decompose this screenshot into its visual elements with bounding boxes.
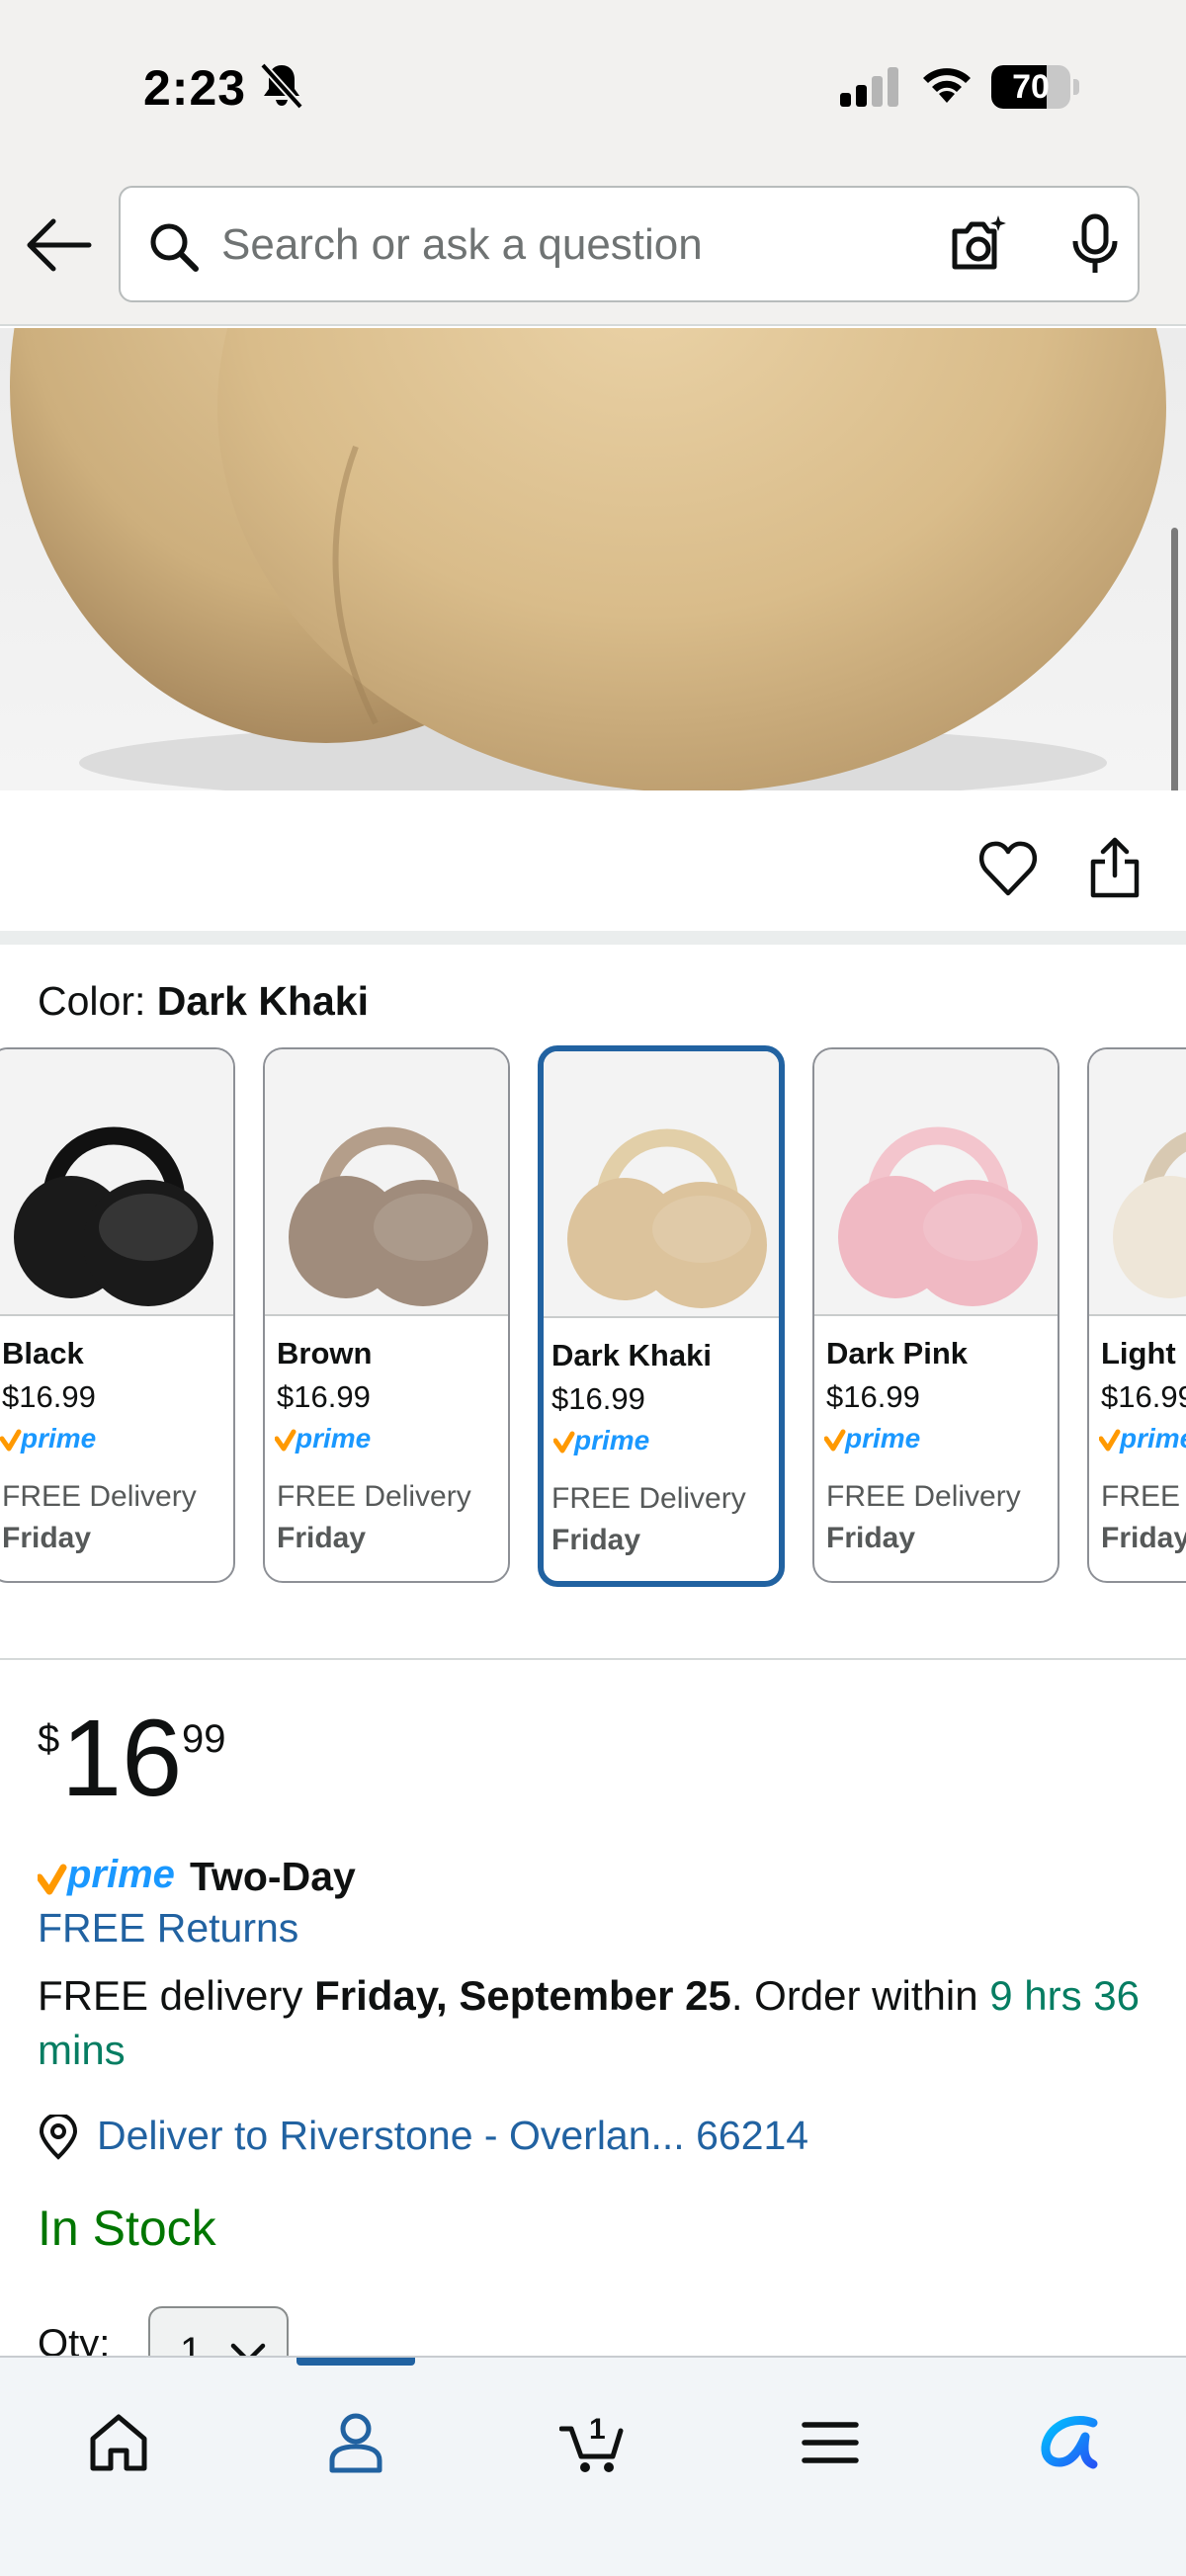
product-image[interactable] [0,328,1186,790]
swatch-delivery: FREE Delivery [277,1480,471,1513]
deliver-to-text[interactable]: Deliver to Riverstone - Overlan... 66214 [97,2113,808,2159]
color-swatches: Black $16.99 prime FREE Delivery Friday Brown… [0,1045,1186,1587]
nav-menu[interactable] [781,2393,880,2492]
swatch-image [814,1049,1058,1316]
price-whole: 16 [61,1698,183,1819]
color-swatch[interactable]: Light $16.99 prime FREE Friday [1087,1047,1186,1583]
swatch-image [544,1051,779,1318]
home-icon [90,2414,147,2471]
swatch-image [265,1049,508,1316]
nav-home[interactable] [69,2393,168,2492]
cart-icon: 1 [559,2413,624,2472]
delivery-estimate: FREE delivery Friday, September 25. Orde… [38,1968,1164,2077]
camera-search-icon[interactable] [947,213,1010,277]
prime-logo-text: prime [295,1423,371,1454]
prime-logo-text: prime [20,1423,96,1454]
scroll-indicator [1171,528,1178,794]
swatch-delivery: FREE Delivery [826,1480,1021,1513]
selected-color-name: Dark Khaki [156,978,369,1024]
swatch-price: $16.99 [277,1379,371,1414]
swatch-delivery: FREE Delivery [2,1480,197,1513]
prime-logo-icon: prime [553,1425,649,1455]
swatch-delivery: FREE [1101,1480,1181,1513]
swatch-price: $16.99 [826,1379,920,1414]
wifi-icon [923,68,971,103]
prime-logo-text: prime [66,1854,175,1896]
menu-icon [802,2422,859,2463]
shipping-speed: Two-Day [190,1854,356,1899]
color-label: Color: Dark Khaki [38,978,369,1025]
color-swatch[interactable]: Dark Khaki $16.99 prime FREE Delivery Friday [538,1045,785,1587]
prime-logo-icon: prime [0,1423,96,1454]
swatch-delivery-day: Friday [277,1522,367,1554]
cart-count: 1 [589,2413,606,2446]
swatch-color-name: Dark Khaki [551,1338,712,1372]
status-time: 2:23 [143,60,247,116]
nav-account[interactable] [306,2393,405,2492]
swatch-image [0,1049,233,1316]
prime-logo-text: prime [844,1423,920,1454]
search-header [0,168,1186,326]
swatch-color-name: Light [1101,1336,1176,1371]
nav-rufus[interactable] [1018,2393,1117,2492]
prime-logo-icon: prime [1099,1423,1186,1454]
color-swatch[interactable]: Black $16.99 prime FREE Delivery Friday [0,1047,235,1583]
search-icon [150,223,199,272]
price-fraction: 99 [182,1717,226,1761]
section-divider [0,931,1186,945]
section-divider [0,1658,1186,1660]
microphone-icon[interactable] [1067,213,1123,277]
search-bar[interactable] [119,186,1140,302]
product-actions [0,790,1186,931]
swatch-delivery-day: Friday [826,1522,916,1554]
battery-level: 70 [1012,68,1050,106]
swatch-delivery: FREE Delivery [551,1482,746,1515]
active-tab-indicator [296,2358,415,2366]
color-swatch[interactable]: Brown $16.99 prime FREE Delivery Friday [263,1047,510,1583]
heart-icon[interactable] [978,840,1038,897]
price-symbol: $ [38,1717,60,1761]
swatch-price: $16.99 [551,1381,645,1416]
prime-logo-text: prime [573,1425,649,1455]
swatch-color-name: Brown [277,1336,373,1371]
search-input[interactable] [221,217,913,273]
nav-cart[interactable]: 1 [544,2393,642,2492]
prime-logo-icon: prime [824,1423,920,1454]
color-label-prefix: Color: [38,978,146,1024]
swatch-delivery-day: Friday [1101,1522,1186,1554]
status-bar: 2:23 70 [0,0,1186,168]
swatch-color-name: Dark Pink [826,1336,969,1371]
delivery-middle: . Order within [730,1972,990,2019]
delivery-prefix: FREE delivery [38,1972,315,2019]
swatch-delivery-day: Friday [551,1524,641,1556]
prime-logo-icon: prime [275,1423,371,1454]
swatch-price: $16.99 [1101,1379,1186,1414]
battery-indicator: 70 [991,65,1079,109]
color-swatch[interactable]: Dark Pink $16.99 prime FREE Delivery Friday [812,1047,1059,1583]
swatch-price: $16.99 [2,1379,96,1414]
cellular-signal-icon [840,67,898,107]
rufus-assistant-icon [1041,2416,1098,2469]
swatch-color-name: Black [2,1336,84,1371]
share-icon[interactable] [1089,836,1141,899]
delivery-date: Friday, September 25 [314,1972,731,2019]
bottom-navigation: 1 [0,2356,1186,2576]
prime-logo-text: prime [1119,1423,1186,1454]
back-arrow-icon[interactable] [24,215,93,275]
swatch-delivery-day: Friday [2,1522,92,1554]
swatch-image [1089,1049,1186,1316]
account-icon [329,2413,382,2473]
location-pin-icon [39,2115,78,2160]
stock-status: In Stock [38,2201,216,2256]
free-returns-link[interactable]: FREE Returns [38,1905,298,1952]
prime-logo-icon: prime [38,1854,175,1896]
bell-slash-icon [260,62,303,110]
